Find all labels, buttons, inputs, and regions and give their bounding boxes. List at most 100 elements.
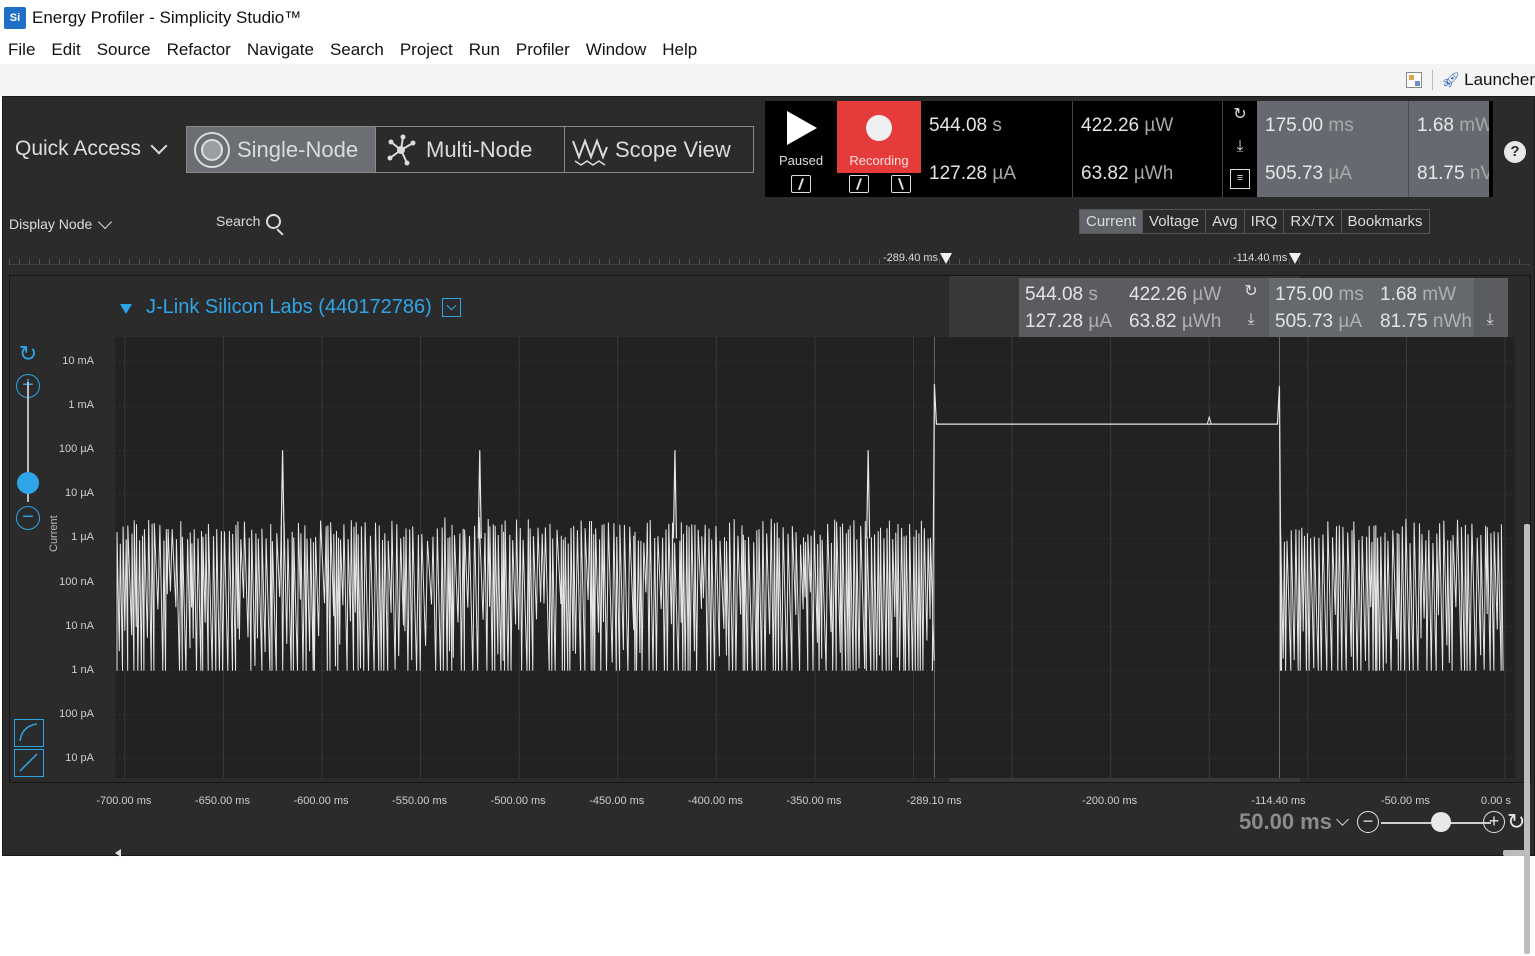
x-tick-label: -450.00 ms bbox=[589, 795, 645, 807]
sel-box-selection-duration: 175.00 ms bbox=[1275, 284, 1364, 305]
zoom-out-icon[interactable]: − bbox=[16, 506, 40, 530]
sel-box-average-current: 127.28 µA bbox=[1025, 311, 1113, 332]
scope-view-button[interactable]: Scope View bbox=[565, 127, 753, 172]
total-power-energy-readout: 422.26 µW 63.82 µWh bbox=[1073, 101, 1223, 197]
x-tick-label: -289.10 ms bbox=[906, 795, 962, 807]
horizontal-scrollbar-thumb[interactable] bbox=[1503, 850, 1525, 856]
main-toolbar: 🚀︎ Launcher bbox=[0, 64, 1535, 96]
reset-zoom-icon[interactable]: ↻ bbox=[1507, 809, 1525, 835]
reset-icon[interactable]: ↻ bbox=[1241, 282, 1261, 302]
time-scale-dropdown[interactable]: 50.00 ms bbox=[1239, 809, 1349, 835]
plot-area[interactable] bbox=[115, 337, 1515, 778]
help-icon[interactable]: ? bbox=[1504, 141, 1526, 163]
menu-file[interactable]: File bbox=[0, 40, 43, 60]
x-tick-label: 0.00 s bbox=[1481, 795, 1511, 807]
rising-trigger-icon[interactable] bbox=[791, 175, 811, 193]
selection-current: 505.73 µA bbox=[1265, 163, 1353, 184]
play-icon bbox=[787, 111, 817, 145]
simplicity-studio-icon: Si bbox=[4, 7, 26, 29]
x-tick-label: -650.00 ms bbox=[194, 795, 250, 807]
sel-box-total-time: 544.08 s bbox=[1025, 284, 1098, 305]
display-node-dropdown[interactable]: Display Node bbox=[9, 214, 113, 232]
sel-box-selection-time-current: 175.00 ms 505.73 µA bbox=[1269, 278, 1374, 338]
single-node-button[interactable]: Single-Node bbox=[187, 127, 376, 172]
sel-box-average-power: 422.26 µW bbox=[1129, 284, 1222, 305]
launcher-button[interactable]: Launcher bbox=[1464, 70, 1535, 90]
search-button[interactable]: Search bbox=[216, 213, 282, 229]
zoom-in-icon[interactable]: + bbox=[1483, 811, 1505, 833]
chevron-down-icon bbox=[98, 214, 113, 229]
sel-box-selection-power-energy: 1.68 mW 81.75 nWh bbox=[1374, 278, 1474, 338]
horizontal-scrollbar[interactable] bbox=[115, 849, 1527, 857]
total-time: 544.08 s bbox=[929, 115, 1002, 136]
quick-access-dropdown[interactable]: Quick Access bbox=[15, 137, 168, 161]
falling-edge-trigger-icon[interactable] bbox=[891, 175, 911, 193]
single-node-label: Single-Node bbox=[237, 136, 359, 162]
tab-irq[interactable]: IRQ bbox=[1245, 210, 1285, 233]
launcher-area: 🚀︎ Launcher bbox=[1406, 70, 1535, 90]
menu-navigate[interactable]: Navigate bbox=[239, 40, 322, 60]
view-tabs: Current Voltage Avg IRQ RX/TX Bookmarks bbox=[1079, 209, 1430, 234]
selection-end-label: -114.40 ms bbox=[1233, 252, 1288, 264]
rising-edge-trigger-icon[interactable] bbox=[849, 175, 869, 193]
multi-node-button[interactable]: Multi-Node bbox=[376, 127, 565, 172]
menu-profiler[interactable]: Profiler bbox=[508, 40, 578, 60]
menu-refactor[interactable]: Refactor bbox=[159, 40, 239, 60]
reset-icon[interactable]: ↻ bbox=[1230, 105, 1250, 125]
sel-box-selection: 175.00 ms 505.73 µA 1.68 mW 81.75 nWh bbox=[1269, 278, 1474, 338]
download-icon[interactable]: ⤓ bbox=[1480, 310, 1500, 330]
download-icon[interactable]: ⤓ bbox=[1230, 137, 1250, 157]
play-button[interactable]: Paused bbox=[765, 101, 837, 197]
menu-help[interactable]: Help bbox=[654, 40, 705, 60]
y-tick-label: 1 mA bbox=[68, 399, 94, 412]
current-chart[interactable] bbox=[115, 337, 1515, 778]
selection-start-marker[interactable]: -289.40 ms bbox=[883, 252, 953, 264]
selection-readouts: 175.00 ms 505.73 µA 1.68 mW 81.75 nV bbox=[1257, 101, 1489, 197]
x-axis: -700.00 ms -650.00 ms -600.00 ms -550.00 ms… bbox=[9, 785, 1531, 857]
zoom-out-icon[interactable]: − bbox=[1357, 811, 1379, 833]
list-icon[interactable]: ≡ bbox=[1230, 169, 1250, 189]
menu-run[interactable]: Run bbox=[461, 40, 508, 60]
download-icon[interactable]: ⤓ bbox=[1241, 310, 1261, 330]
time-scale-value: 50.00 ms bbox=[1239, 809, 1332, 834]
selection-duration: 175.00 ms bbox=[1265, 115, 1354, 136]
record-button[interactable]: Recording bbox=[837, 101, 921, 197]
multi-node-icon bbox=[382, 131, 420, 169]
tab-current[interactable]: Current bbox=[1080, 210, 1144, 233]
menu-source[interactable]: Source bbox=[89, 40, 159, 60]
menu-edit[interactable]: Edit bbox=[43, 40, 88, 60]
collapse-triangle-icon[interactable] bbox=[120, 303, 132, 314]
vertical-scrollbar[interactable] bbox=[1522, 516, 1532, 956]
y-tick-label: 1 µA bbox=[71, 531, 94, 544]
vertical-scrollbar-thumb[interactable] bbox=[1524, 524, 1530, 954]
recording-label: Recording bbox=[849, 153, 909, 168]
window-title: Energy Profiler - Simplicity Studio™ bbox=[32, 8, 302, 27]
menu-search[interactable]: Search bbox=[322, 40, 392, 60]
selection-stats-box: 544.08 s 127.28 µA 422.26 µW 63.82 µWh ↻… bbox=[1019, 278, 1508, 338]
node-header[interactable]: J-Link Silicon Labs (440172786) bbox=[120, 296, 461, 319]
selection-start-label: -289.40 ms bbox=[883, 252, 939, 264]
sel-box-selection-actions: ⤓ bbox=[1474, 278, 1508, 338]
chevron-down-icon bbox=[1336, 813, 1349, 826]
perspective-icon[interactable] bbox=[1406, 72, 1423, 88]
curve-log-icon[interactable] bbox=[14, 719, 44, 747]
node-dropdown-icon[interactable] bbox=[441, 298, 461, 317]
menu-project[interactable]: Project bbox=[392, 40, 461, 60]
chevron-down-icon bbox=[150, 137, 168, 155]
x-tick-label: -350.00 ms bbox=[786, 795, 842, 807]
menu-window[interactable]: Window bbox=[578, 40, 654, 60]
current-spike-point bbox=[280, 450, 285, 539]
tab-bookmarks[interactable]: Bookmarks bbox=[1342, 210, 1429, 233]
scope-view-icon bbox=[571, 131, 609, 169]
average-current: 127.28 µA bbox=[929, 163, 1017, 184]
tab-rx-tx[interactable]: RX/TX bbox=[1284, 210, 1342, 233]
tab-avg[interactable]: Avg bbox=[1206, 210, 1245, 233]
selection-time-current-readout: 175.00 ms 505.73 µA bbox=[1257, 101, 1409, 197]
average-power: 422.26 µW bbox=[1081, 115, 1174, 136]
horizontal-zoom-knob[interactable] bbox=[1431, 812, 1451, 832]
sel-box-selection-power: 1.68 mW bbox=[1380, 284, 1457, 305]
x-tick-label: -114.40 ms bbox=[1251, 795, 1306, 807]
tab-voltage[interactable]: Voltage bbox=[1143, 210, 1207, 233]
sel-box-total-energy: 63.82 µWh bbox=[1129, 311, 1222, 332]
selection-end-marker[interactable]: -114.40 ms bbox=[1233, 252, 1302, 264]
